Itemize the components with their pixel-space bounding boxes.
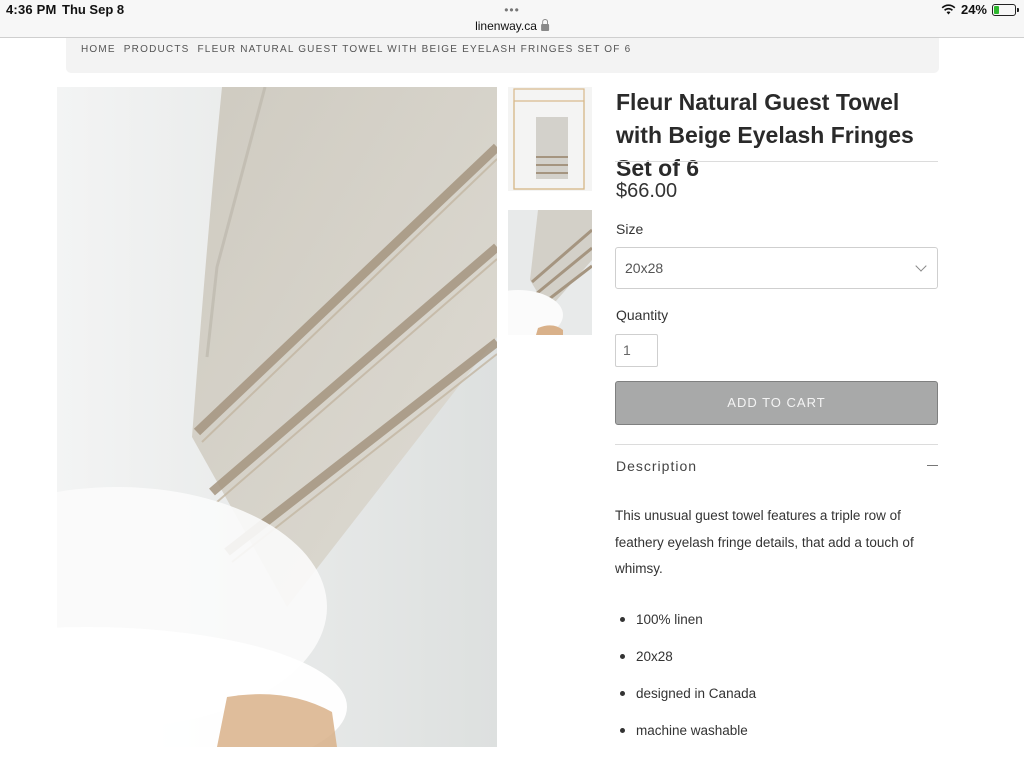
status-date: Thu Sep 8 bbox=[62, 2, 125, 17]
battery-percent: 24% bbox=[960, 2, 987, 17]
lock-icon bbox=[540, 19, 549, 31]
size-select[interactable]: 20x28 bbox=[615, 247, 938, 289]
list-item: machine washable bbox=[620, 719, 756, 756]
divider bbox=[615, 444, 938, 445]
size-selected-value: 20x28 bbox=[625, 260, 664, 276]
divider bbox=[615, 161, 938, 162]
status-time: 4:36 PM bbox=[6, 2, 57, 17]
quantity-input[interactable]: 1 bbox=[615, 334, 658, 367]
battery-level bbox=[994, 5, 999, 14]
breadcrumb-products[interactable]: PRODUCTS bbox=[124, 44, 190, 55]
list-item: 100% linen bbox=[620, 608, 756, 645]
breadcrumb-home[interactable]: HOME bbox=[81, 44, 116, 55]
description-text: This unusual guest towel features a trip… bbox=[615, 508, 914, 576]
breadcrumb: HOME PRODUCTS FLEUR NATURAL GUEST TOWEL … bbox=[66, 38, 939, 73]
url-display[interactable]: linenway.ca bbox=[475, 19, 549, 33]
list-item: 20x28 bbox=[620, 645, 756, 682]
product-thumbnail-1[interactable] bbox=[508, 87, 592, 191]
quantity-label: Quantity bbox=[616, 307, 669, 323]
product-main-image[interactable] bbox=[57, 87, 497, 747]
status-bar: 4:36 PM Thu Sep 8 24% bbox=[0, 0, 1024, 20]
url-text: linenway.ca bbox=[475, 19, 537, 33]
feature-list: 100% linen 20x28 designed in Canada mach… bbox=[620, 608, 756, 756]
add-to-cart-button[interactable]: ADD TO CART bbox=[615, 381, 938, 425]
list-item: designed in Canada bbox=[620, 682, 756, 719]
collapse-icon[interactable] bbox=[927, 465, 938, 466]
product-price: $66.00 bbox=[616, 180, 678, 202]
wifi-icon bbox=[941, 4, 956, 15]
chevron-down-icon bbox=[915, 260, 927, 272]
product-title: Fleur Natural Guest Towel with Beige Eye… bbox=[616, 89, 914, 181]
product-thumbnail-2[interactable] bbox=[508, 210, 592, 335]
description-heading[interactable]: Description bbox=[616, 458, 697, 474]
status-right: 24% bbox=[941, 2, 1019, 17]
battery-icon bbox=[992, 3, 1019, 16]
breadcrumb-current: FLEUR NATURAL GUEST TOWEL WITH BEIGE EYE… bbox=[197, 44, 632, 55]
size-label: Size bbox=[616, 221, 644, 237]
